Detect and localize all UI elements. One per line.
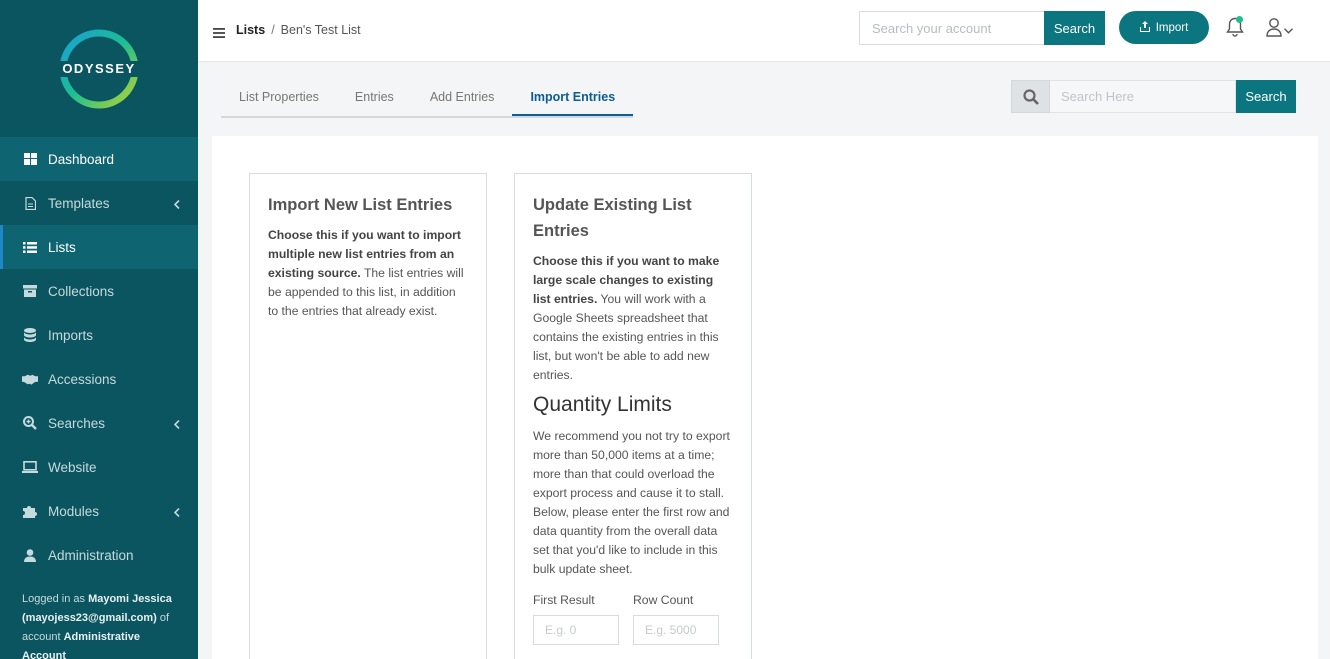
- user-menu[interactable]: [1266, 18, 1293, 40]
- sidebar-nav: Dashboard Templates Lists Collections Im…: [0, 137, 198, 577]
- quantity-limits-text: We recommend you not try to export more …: [533, 429, 730, 576]
- sidebar-item-templates[interactable]: Templates: [0, 181, 198, 225]
- sidebar-item-label: Modules: [48, 503, 100, 519]
- row-count-input[interactable]: [633, 615, 719, 645]
- login-name: Mayomi Jessica: [88, 593, 172, 605]
- breadcrumb-root[interactable]: Lists: [236, 23, 265, 37]
- tab-list-properties[interactable]: List Properties: [221, 80, 337, 116]
- sidebar-item-dashboard[interactable]: Dashboard: [0, 137, 198, 181]
- list-icon: [22, 239, 38, 255]
- first-result-field-group: First Result: [533, 593, 633, 645]
- chevron-down-icon: [1284, 22, 1293, 37]
- login-info: Logged in as Mayomi Jessica (mayojess23@…: [22, 590, 182, 659]
- sidebar-item-collections[interactable]: Collections: [0, 269, 198, 313]
- update-existing-entries-card[interactable]: Update Existing List Entries Choose this…: [514, 173, 752, 659]
- breadcrumb-current: Ben's Test List: [280, 23, 361, 37]
- database-icon: [22, 327, 38, 343]
- search-plus-icon: [22, 415, 38, 431]
- entries-search-input[interactable]: [1050, 80, 1236, 113]
- first-result-input[interactable]: [533, 615, 619, 645]
- quantity-limits-heading: Quantity Limits: [533, 393, 672, 416]
- import-button[interactable]: Import: [1119, 11, 1209, 44]
- sidebar-item-label: Dashboard: [48, 151, 115, 167]
- import-new-entries-card[interactable]: Import New List Entries Choose this if y…: [249, 173, 487, 659]
- upload-icon: [1139, 20, 1150, 35]
- entries-search-button[interactable]: Search: [1236, 80, 1296, 113]
- odyssey-logo[interactable]: ODYSSEY: [49, 27, 149, 111]
- top-header: Lists / Ben's Test List Search Import: [198, 0, 1330, 62]
- logo-area: ODYSSEY: [0, 0, 198, 137]
- user-icon: [22, 547, 38, 563]
- row-count-field-group: Row Count: [633, 593, 733, 645]
- sidebar-item-label: Templates: [48, 195, 110, 211]
- card-title: Import New List Entries: [268, 196, 453, 214]
- breadcrumb-separator: /: [271, 23, 275, 37]
- chevron-left-icon: [173, 417, 180, 432]
- sidebar-item-label: Administration: [48, 547, 134, 563]
- sidebar-item-lists[interactable]: Lists: [0, 225, 198, 269]
- sidebar-item-label: Searches: [48, 415, 106, 431]
- list-tabs: List Properties Entries Add Entries Impo…: [221, 80, 634, 118]
- sidebar-item-label: Accessions: [48, 371, 117, 387]
- sidebar-item-imports[interactable]: Imports: [0, 313, 198, 357]
- sidebar-item-administration[interactable]: Administration: [0, 533, 198, 577]
- row-count-label: Row Count: [633, 593, 694, 607]
- login-prefix: Logged in as: [22, 593, 85, 605]
- puzzle-icon: [22, 503, 38, 519]
- sidebar-item-label: Lists: [48, 239, 76, 255]
- sidebar: ODYSSEY Dashboard Templates Lists Collec…: [0, 0, 198, 659]
- chevron-left-icon: [173, 197, 180, 212]
- card-title: Update Existing List Entries: [533, 196, 692, 240]
- sidebar-item-label: Website: [48, 459, 97, 475]
- archive-icon: [22, 283, 38, 299]
- tab-import-entries[interactable]: Import Entries: [512, 80, 634, 116]
- login-email: (mayojess23@gmail.com): [22, 612, 157, 624]
- breadcrumb: Lists / Ben's Test List: [236, 23, 361, 37]
- menu-icon[interactable]: [213, 26, 225, 41]
- import-label: Import: [1155, 21, 1189, 34]
- account-search-input[interactable]: [859, 11, 1045, 45]
- laptop-icon: [22, 459, 38, 475]
- chevron-left-icon: [173, 505, 180, 520]
- account-search-button[interactable]: Search: [1044, 11, 1105, 45]
- sidebar-item-label: Collections: [48, 283, 115, 299]
- sidebar-item-website[interactable]: Website: [0, 445, 198, 489]
- first-result-label: First Result: [533, 593, 595, 607]
- card-description: Choose this if you want to make large sc…: [533, 252, 733, 385]
- sidebar-item-accessions[interactable]: Accessions: [0, 357, 198, 401]
- main-content: Import New List Entries Choose this if y…: [212, 136, 1318, 659]
- sidebar-item-searches[interactable]: Searches: [0, 401, 198, 445]
- handshake-icon: [22, 371, 38, 387]
- quantity-fields: First Result Row Count: [533, 593, 733, 645]
- user-account-icon: [1266, 18, 1282, 40]
- dashboard-icon: [22, 151, 38, 167]
- sidebar-item-modules[interactable]: Modules: [0, 489, 198, 533]
- logo-text: ODYSSEY: [49, 60, 149, 77]
- notification-dot: [1236, 16, 1243, 23]
- card-description: Choose this if you want to import multip…: [268, 226, 468, 321]
- tab-entries[interactable]: Entries: [337, 80, 412, 116]
- sidebar-item-label: Imports: [48, 327, 94, 343]
- tab-add-entries[interactable]: Add Entries: [412, 80, 513, 116]
- file-icon: [22, 195, 38, 211]
- search-icon[interactable]: [1011, 80, 1050, 113]
